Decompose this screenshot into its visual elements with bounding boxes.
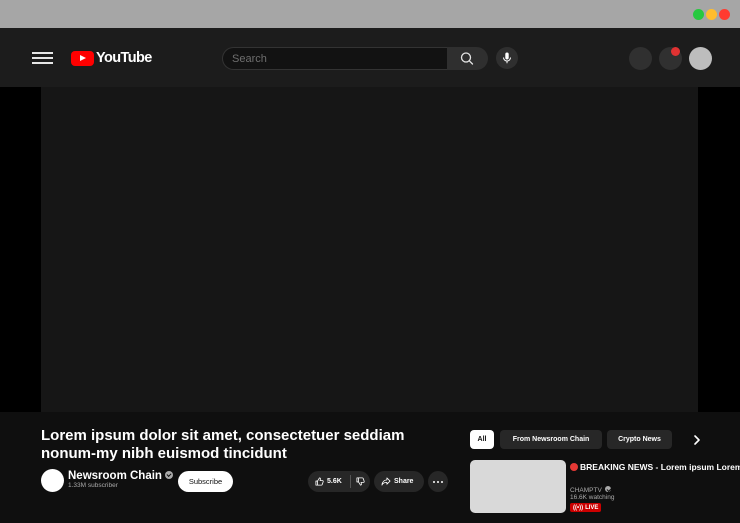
youtube-play-icon — [71, 50, 94, 66]
dislike-button[interactable] — [351, 471, 370, 492]
create-button[interactable] — [629, 47, 652, 70]
recommendation-thumbnail[interactable] — [470, 460, 566, 513]
video-player[interactable] — [41, 87, 698, 412]
recommendation-title[interactable]: BREAKING NEWS - Lorem ipsum Lorem ipsum … — [570, 462, 740, 472]
search-box — [222, 47, 448, 70]
notification-badge — [671, 47, 680, 56]
search-icon — [460, 52, 474, 65]
share-icon — [381, 477, 391, 486]
chip-from-newsroom-chain[interactable]: From Newsroom Chain — [500, 430, 602, 449]
channel-name[interactable]: Newsroom Chain — [68, 470, 173, 482]
recommendation-watching: 16.6K watching — [570, 494, 615, 501]
channel-name-text: Newsroom Chain — [68, 470, 162, 482]
recommendation-channel[interactable]: CHAMPTV — [570, 486, 611, 494]
thumbs-up-icon — [315, 477, 324, 486]
like-button[interactable]: 5.6K — [308, 471, 350, 492]
subscriber-count: 1.33M subscriber — [68, 482, 118, 489]
voice-search-button[interactable] — [496, 47, 518, 69]
chevron-right-icon[interactable] — [690, 433, 704, 447]
logo-text: YouTube — [96, 50, 152, 66]
recommendation-channel-text: CHAMPTV — [570, 487, 602, 494]
subscribe-button[interactable]: Subscribe — [178, 471, 233, 492]
like-dislike-group: 5.6K — [308, 471, 370, 492]
live-badge: ((•)) LIVE — [570, 503, 602, 512]
like-count: 5.6K — [327, 478, 342, 485]
live-broadcast-icon: ((•)) — [573, 504, 584, 511]
window-titlebar — [0, 0, 740, 28]
channel-avatar[interactable] — [41, 469, 64, 492]
window-close-button[interactable] — [719, 9, 730, 20]
top-header: YouTube — [0, 28, 740, 87]
share-label: Share — [394, 478, 414, 485]
user-avatar[interactable] — [689, 47, 712, 70]
video-title: Lorem ipsum dolor sit amet, consectetuer… — [41, 427, 405, 462]
thumbs-down-icon — [356, 477, 365, 486]
window-minimize-button[interactable] — [693, 9, 704, 20]
more-actions-button[interactable] — [428, 471, 448, 492]
share-button[interactable]: Share — [374, 471, 424, 492]
live-dot-icon — [570, 463, 578, 471]
recommendation-title-text: BREAKING NEWS - Lorem ipsum Lorem ipsum … — [580, 462, 740, 472]
microphone-icon — [503, 52, 511, 64]
window-maximize-button[interactable] — [706, 9, 717, 20]
verified-icon — [164, 471, 173, 479]
chip-all[interactable]: All — [470, 430, 494, 449]
more-horizontal-icon — [433, 480, 443, 483]
youtube-logo[interactable]: YouTube — [71, 50, 152, 66]
hamburger-menu-icon[interactable] — [32, 52, 53, 64]
live-badge-label: LIVE — [585, 504, 599, 511]
chip-crypto-news[interactable]: Crypto News — [607, 430, 672, 449]
verified-icon — [604, 486, 611, 492]
search-input[interactable] — [223, 48, 448, 69]
search-button[interactable] — [447, 47, 488, 70]
